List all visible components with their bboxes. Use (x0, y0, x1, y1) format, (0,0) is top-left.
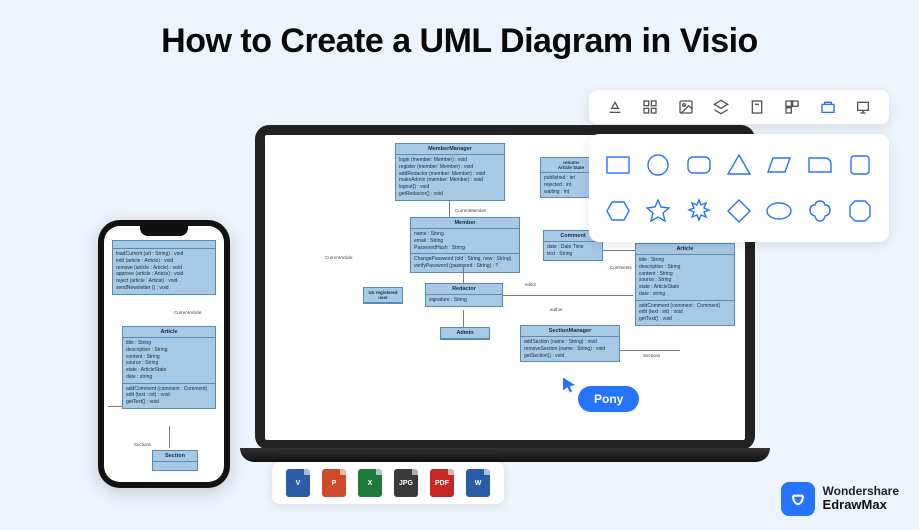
word-export[interactable]: W (466, 469, 490, 497)
collaborator-cursor: Pony (560, 376, 578, 399)
shape-toolbar (589, 90, 889, 124)
connector-label: Sections (643, 353, 660, 358)
components-icon[interactable] (783, 98, 801, 116)
jpg-export[interactable]: JPG (394, 469, 418, 497)
connector-label: Sections (134, 442, 151, 447)
uml-class-redactor[interactable]: Redactor signature : String (425, 283, 503, 307)
uml-class-unregistered[interactable]: Un registered user (363, 287, 403, 304)
shapes-icon[interactable] (819, 98, 837, 116)
layers-icon[interactable] (712, 98, 730, 116)
shape-triangle[interactable] (724, 146, 754, 184)
phone-canvas: loadCurrent (art : String) : void edit (… (104, 226, 224, 482)
connector-label: editor (525, 282, 536, 287)
shape-scalloped[interactable] (804, 192, 834, 230)
shape-burst[interactable] (684, 192, 714, 230)
collaborator-badge: Pony (578, 386, 639, 412)
connector-label: Comments (610, 265, 632, 270)
uml-class-membermanager[interactable]: MemberManager login (member: Member) : v… (395, 143, 505, 201)
pdf-export[interactable]: PDF (430, 469, 454, 497)
uml-class-article[interactable]: Article title : String description : Str… (635, 243, 735, 326)
shape-parallelogram[interactable] (764, 146, 794, 184)
class-title: Admin (441, 328, 489, 339)
phone-mockup: loadCurrent (art : String) : void edit (… (98, 220, 230, 488)
shape-rounded-rect[interactable] (684, 146, 714, 184)
shape-square[interactable] (845, 146, 875, 184)
brand-logo: Wondershare EdrawMax (781, 482, 899, 516)
uml-class-phone-section[interactable]: Section (152, 450, 198, 471)
uml-class-sectionmanager[interactable]: SectionManager addSection (name : String… (520, 325, 620, 362)
excel-export[interactable]: X (358, 469, 382, 497)
visio-export[interactable]: V (286, 469, 310, 497)
uml-class-phone-article[interactable]: Article title : String description : Str… (122, 326, 216, 409)
shape-ellipse[interactable] (764, 192, 794, 230)
shape-hexagon[interactable] (603, 192, 633, 230)
class-title: Article (123, 327, 215, 338)
shape-star[interactable] (643, 192, 673, 230)
shape-circle[interactable] (643, 146, 673, 184)
shape-tab[interactable] (804, 146, 834, 184)
connector-label: CurrentArticle (325, 255, 353, 260)
logo-line2: EdrawMax (823, 498, 899, 512)
class-title: Section (153, 451, 197, 462)
shapes-panel (589, 134, 889, 242)
ppt-export[interactable]: P (322, 469, 346, 497)
page-icon[interactable] (748, 98, 766, 116)
class-title: Member (411, 218, 519, 229)
class-title: MemberManager (396, 144, 504, 155)
fill-icon[interactable] (606, 98, 624, 116)
grid-icon[interactable] (641, 98, 659, 116)
export-formats-bar: V P X JPG PDF W (272, 462, 504, 504)
shape-diamond[interactable] (724, 192, 754, 230)
uml-class-member[interactable]: Member name : String email : String Pass… (410, 217, 520, 273)
uml-class-admin[interactable]: Admin (440, 327, 490, 340)
connector-label: CurrentMember (455, 208, 487, 213)
uml-class-phone-top[interactable]: loadCurrent (art : String) : void edit (… (112, 240, 216, 295)
class-title: Redactor (426, 284, 502, 295)
connector-label: CurrentArticle (174, 310, 202, 315)
shape-octagon[interactable] (845, 192, 875, 230)
class-title: SectionManager (521, 326, 619, 337)
page-title: How to Create a UML Diagram in Visio (0, 22, 919, 61)
shape-rectangle[interactable] (603, 146, 633, 184)
connector-label: author (550, 307, 563, 312)
cursor-icon (560, 376, 578, 394)
image-icon[interactable] (677, 98, 695, 116)
presentation-icon[interactable] (854, 98, 872, 116)
class-title: Article (636, 244, 734, 255)
logo-mark-icon (781, 482, 815, 516)
